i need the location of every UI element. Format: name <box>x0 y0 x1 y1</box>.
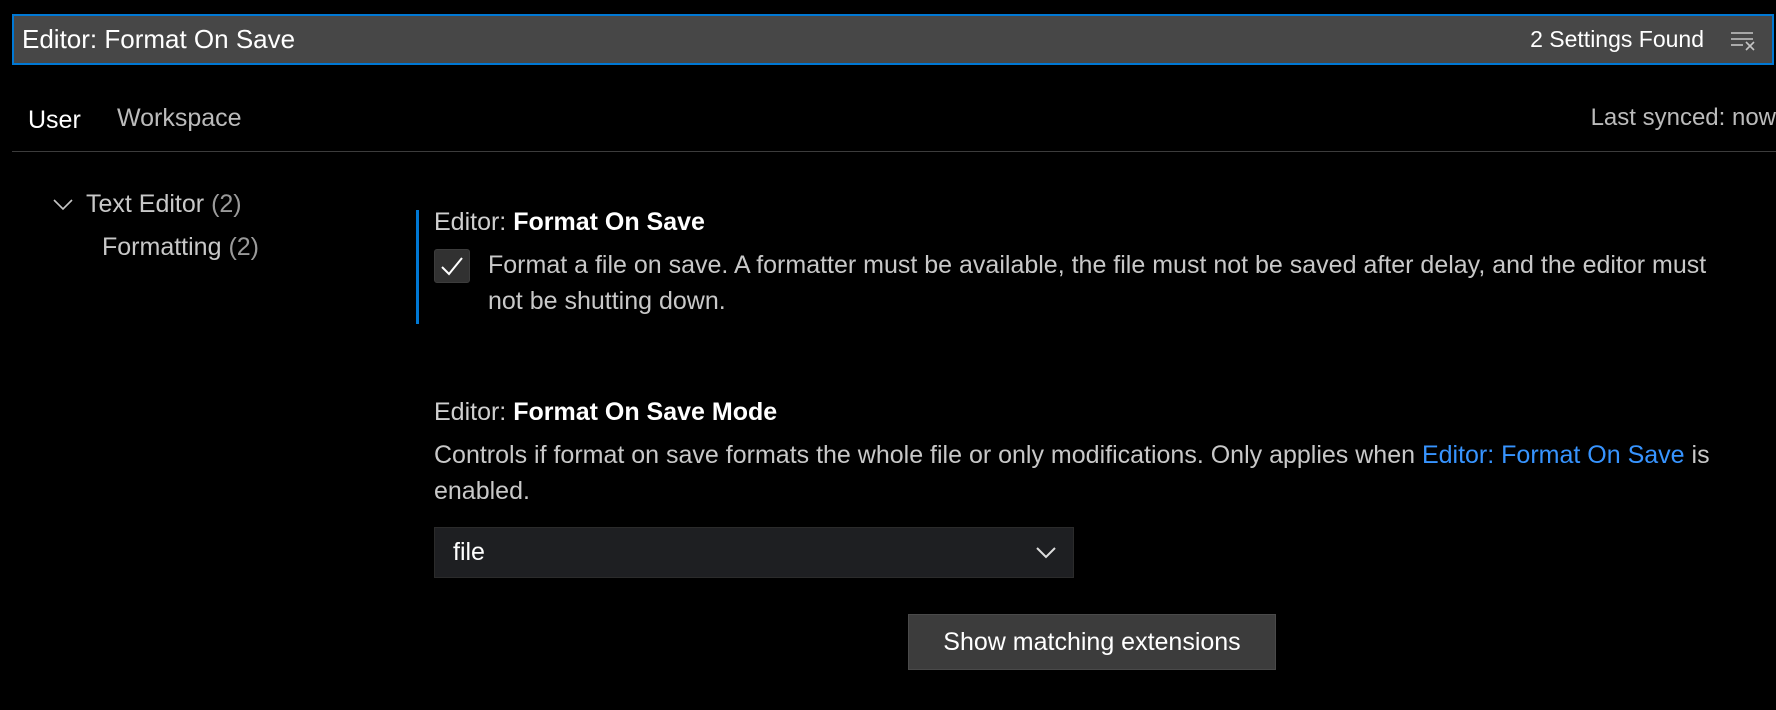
clear-filter-icon[interactable] <box>1726 25 1760 55</box>
description-text: Controls if format on save formats the w… <box>434 441 1422 469</box>
focused-setting-indicator <box>416 210 419 324</box>
setting-name: Format On Save Mode <box>513 398 778 426</box>
settings-scope-tabs: User Workspace Last synced: now <box>12 90 1776 152</box>
toc-item-text-editor[interactable]: Text Editor (2) <box>52 190 242 219</box>
setting-category: Editor: <box>434 208 514 236</box>
format-on-save-mode-description: Controls if format on save formats the w… <box>434 437 1744 509</box>
show-matching-extensions-button[interactable]: Show matching extensions <box>908 614 1276 670</box>
format-on-save-checkbox[interactable] <box>434 249 470 283</box>
toc-item-count: (2) <box>228 233 259 261</box>
settings-editor: 2 Settings Found User Workspace Last syn… <box>0 0 1776 710</box>
setting-title-format-on-save: Editor: Format On Save <box>434 208 705 237</box>
setting-category: Editor: <box>434 398 514 426</box>
settings-search-input[interactable] <box>14 16 1531 63</box>
tab-user[interactable]: User <box>28 106 81 135</box>
chevron-down-icon <box>1036 546 1056 558</box>
toc-item-formatting[interactable]: Formatting (2) <box>102 233 259 262</box>
setting-name: Format On Save <box>513 208 705 236</box>
setting-link-format-on-save[interactable]: Editor: Format On Save <box>1422 441 1685 469</box>
tab-workspace[interactable]: Workspace <box>117 104 242 133</box>
settings-search-bar: 2 Settings Found <box>12 14 1774 65</box>
toc-item-count: (2) <box>211 190 242 218</box>
checkmark-icon <box>441 257 463 276</box>
chevron-down-icon <box>52 194 74 216</box>
toc-item-label: Text Editor <box>86 190 205 218</box>
setting-title-format-on-save-mode: Editor: Format On Save Mode <box>434 398 777 427</box>
sync-status: Last synced: now <box>1590 104 1776 131</box>
search-result-count: 2 Settings Found <box>1530 26 1704 52</box>
toc-item-label: Formatting <box>102 233 222 261</box>
format-on-save-description: Format a file on save. A formatter must … <box>488 251 1707 315</box>
format-on-save-mode-select[interactable]: file <box>434 527 1074 578</box>
select-value: file <box>453 538 485 566</box>
